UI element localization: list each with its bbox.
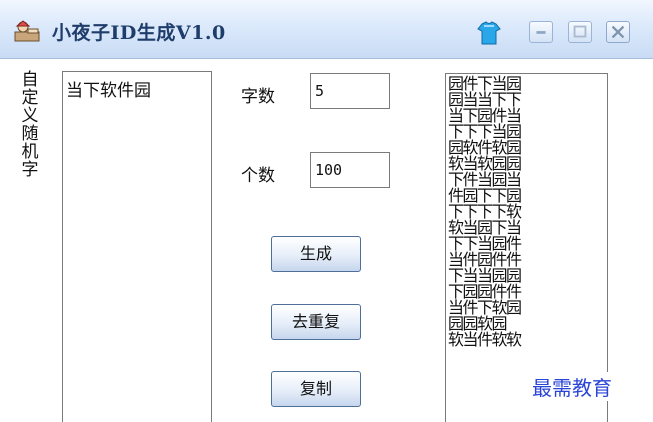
minimize-button[interactable]: [529, 21, 553, 43]
word-item: 当下软件园: [66, 81, 151, 101]
count-input[interactable]: 100: [310, 152, 390, 188]
minimize-icon: [536, 31, 546, 34]
char-count-input[interactable]: 5: [310, 73, 390, 109]
app-icon: [14, 20, 40, 42]
char-count-label: 字数: [241, 87, 275, 107]
skin-icon[interactable]: [476, 20, 502, 46]
maximize-button[interactable]: [568, 21, 592, 43]
count-label: 个数: [241, 166, 275, 186]
output-line: 软当件软软: [448, 330, 522, 349]
output-textarea[interactable]: 园件下当园 园当当下下 当下园件当 下下下当园 园软件软园 软当软园园 下件当园…: [445, 73, 608, 422]
copy-button[interactable]: 复制: [271, 371, 361, 407]
close-button[interactable]: [606, 21, 630, 43]
maximize-icon: [573, 25, 587, 38]
generate-button[interactable]: 生成: [271, 236, 361, 272]
close-icon: [611, 25, 625, 39]
custom-words-textarea[interactable]: 当下软件园: [62, 71, 212, 422]
label-char: 定: [21, 88, 39, 108]
app-window: 小夜子ID生成V1.0 自 定 义 随 机 字 当下软件园 字数 5 个数 10…: [0, 0, 653, 422]
watermark-text: 最需教育: [530, 372, 614, 401]
window-title: 小夜子ID生成V1.0: [52, 22, 226, 44]
label-char: 义: [21, 106, 39, 126]
title-bar[interactable]: 小夜子ID生成V1.0: [0, 0, 653, 59]
dedupe-button[interactable]: 去重复: [271, 304, 361, 340]
client-area: 自 定 义 随 机 字 当下软件园 字数 5 个数 100 生成 去重复 复制 …: [0, 59, 653, 422]
label-char: 字: [21, 160, 39, 180]
label-char: 自: [21, 70, 39, 90]
label-char: 机: [21, 142, 39, 162]
custom-random-chars-label: 自 定 义 随 机 字: [20, 71, 40, 179]
label-char: 随: [21, 124, 39, 144]
